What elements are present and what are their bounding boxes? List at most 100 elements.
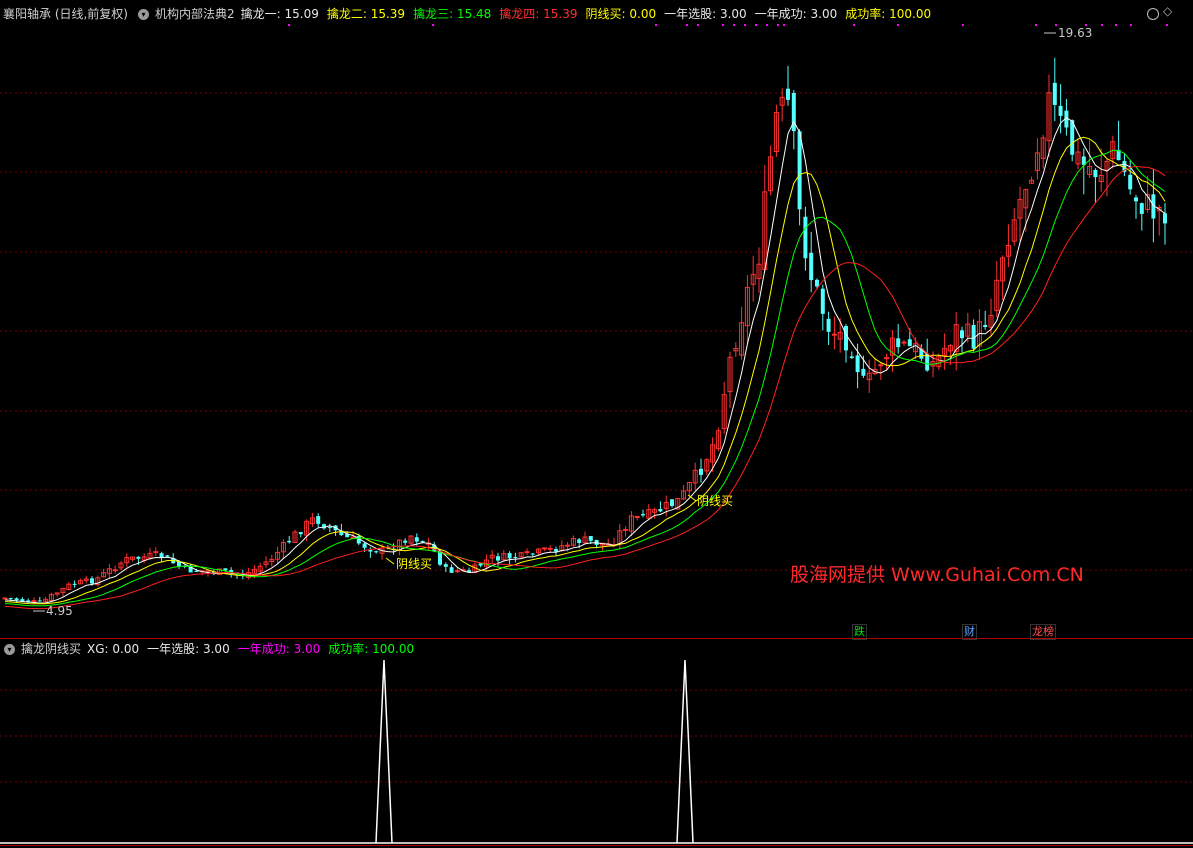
candle-body-down <box>577 539 582 543</box>
xg-spike <box>375 659 393 844</box>
signal-dot <box>783 24 785 26</box>
signal-dot <box>853 24 855 26</box>
candle-body-up <box>901 341 907 344</box>
candle-body-down <box>374 551 379 553</box>
candle-body-down <box>443 564 448 567</box>
candle-body-down <box>844 326 848 351</box>
signal-dot <box>733 24 735 26</box>
candle-body-down <box>362 543 367 548</box>
candle-body-down <box>896 338 901 348</box>
candle-body-down <box>1139 203 1144 214</box>
candle-body-down <box>670 499 674 506</box>
signal-dot <box>897 24 899 26</box>
event-marker-finance[interactable]: 财 <box>962 624 977 640</box>
candle-body-down <box>449 567 454 573</box>
signal-dot <box>777 24 779 26</box>
signal-dot <box>686 24 688 26</box>
candle-body-down <box>907 339 912 347</box>
signal-dot <box>766 24 768 26</box>
candle-body-down <box>1134 197 1138 202</box>
candle-body-down <box>298 532 303 535</box>
candle-body-up <box>623 528 629 531</box>
candle-body-up <box>541 547 547 550</box>
price-high-label: 19.63 <box>1058 26 1092 40</box>
signal-dot <box>722 24 724 26</box>
candle-body-down <box>855 355 860 373</box>
signal-dot <box>1130 24 1132 26</box>
candle-body-down <box>1058 105 1063 116</box>
candle-body-up <box>112 569 118 572</box>
ma-line-white <box>4 117 1166 604</box>
signal-dot <box>655 24 657 26</box>
candle-body-down <box>287 540 292 543</box>
candle-body-down <box>1163 213 1167 224</box>
candle-body-down <box>797 131 802 210</box>
candle-body-up <box>2 597 8 600</box>
candle-body-down <box>658 509 663 512</box>
candle-body-up <box>524 551 530 554</box>
candle-body-down <box>588 536 593 541</box>
signal-dot <box>744 24 746 26</box>
candle-body-up <box>565 544 571 547</box>
candle-body-down <box>815 279 819 287</box>
xg-spike <box>676 659 694 844</box>
signal-dot <box>1035 24 1037 26</box>
candle-body-down <box>861 368 866 376</box>
kline-chart[interactable]: 19.634.95阴线买阴线买 <box>0 0 1193 848</box>
candle-body-down <box>530 553 535 555</box>
signal-label-1: 阴线买 <box>396 557 432 571</box>
candle-body-down <box>826 318 831 332</box>
candle-body-down <box>820 288 825 314</box>
candle-body-down <box>809 252 814 281</box>
candle-body-down <box>194 570 199 572</box>
candle-body-up <box>831 333 837 336</box>
candle-body-down <box>165 555 170 557</box>
candle-body-up <box>878 364 884 367</box>
candle-body-down <box>403 540 408 543</box>
candle-body-down <box>1052 82 1057 105</box>
candle-body-down <box>1128 174 1133 190</box>
signal-dot <box>755 24 757 26</box>
signal-label-2: 阴线买 <box>697 494 733 508</box>
signal-dot <box>288 24 290 26</box>
candle-body-down <box>786 88 790 100</box>
candle-body-up <box>454 570 460 573</box>
candle-body-up <box>634 515 640 518</box>
signal-dot <box>1166 24 1168 26</box>
price-low-label: 4.95 <box>46 604 73 618</box>
candle-body-down <box>136 556 141 559</box>
candle-body-down <box>554 549 558 552</box>
candle-body-down <box>72 583 77 585</box>
signal-dot <box>697 24 699 26</box>
candle-body-down <box>699 468 703 475</box>
signal-dot <box>962 24 964 26</box>
watermark-text: 股海网提供 Www.Guhai.Com.CN <box>790 564 1084 586</box>
candle-body-down <box>414 537 419 542</box>
candle-body-down <box>960 330 964 339</box>
candle-body-down <box>496 556 500 561</box>
candle-body-down <box>8 597 13 599</box>
signal-dot <box>1115 24 1117 26</box>
candle-body-down <box>316 516 321 524</box>
candle-body-down <box>223 568 228 571</box>
candle-body-down <box>159 553 164 558</box>
signal-pointer-1 <box>385 557 395 565</box>
event-marker-fall[interactable]: 跌 <box>852 624 867 640</box>
candle-body-down <box>37 600 42 602</box>
candle-body-down <box>983 324 988 328</box>
candle-body-down <box>803 216 808 259</box>
signal-dot <box>1101 24 1103 26</box>
candle-body-down <box>641 514 645 516</box>
candle-body-down <box>1093 169 1098 178</box>
candle-body-up <box>153 551 159 554</box>
candle-body-down <box>1070 120 1075 155</box>
candle-body-down <box>90 578 94 584</box>
candle-body-down <box>14 598 19 601</box>
candle-body-down <box>513 556 518 558</box>
candle-body-up <box>31 600 37 603</box>
signal-dot <box>432 24 434 26</box>
candle-body-down <box>327 527 332 529</box>
candle-body-down <box>507 553 512 559</box>
signal-dot <box>1055 24 1057 26</box>
event-marker-dragon-list[interactable]: 龙榜 <box>1030 624 1056 640</box>
